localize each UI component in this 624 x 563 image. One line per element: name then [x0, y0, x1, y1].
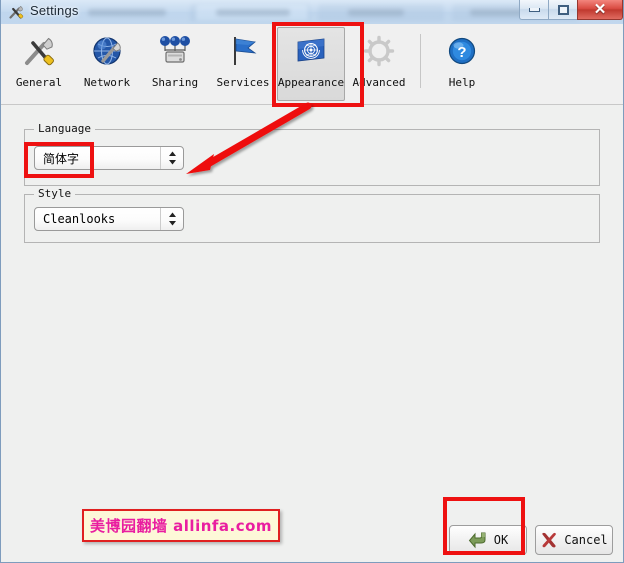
network-share-icon	[160, 36, 190, 63]
toolbar-item-label: General	[15, 76, 63, 89]
toolbar-item-help[interactable]: ? Help	[428, 27, 496, 101]
toolbar-item-sharing[interactable]: Sharing	[141, 27, 209, 101]
gear-icon	[363, 35, 395, 67]
style-combobox[interactable]: Cleanlooks	[34, 207, 184, 231]
style-combobox-value: Cleanlooks	[43, 212, 116, 226]
settings-window-screenshot: Settings ✕ General Network Sharing Servi…	[0, 0, 624, 563]
up-down-arrows-icon[interactable]	[160, 147, 183, 169]
ok-button[interactable]: OK	[449, 525, 527, 555]
green-return-arrow-icon	[468, 532, 486, 549]
language-combobox[interactable]: 简体字	[34, 146, 184, 170]
minimize-icon	[528, 7, 540, 12]
title-bar[interactable]: Settings ✕	[0, 0, 624, 24]
toolbar-item-general[interactable]: General	[5, 27, 73, 101]
red-x-icon	[542, 532, 557, 548]
language-combobox-value: 简体字	[43, 151, 80, 166]
toolbar-item-advanced[interactable]: Advanced	[345, 27, 413, 101]
settings-dialog-body: General Network Sharing Services Appeara…	[1, 24, 623, 562]
toolbar-item-services[interactable]: Services	[209, 27, 277, 101]
toolbar-item-label: Advanced	[352, 76, 406, 89]
watermark-text: 美博园翻墙 allinfa.com	[89, 517, 273, 535]
toolbar-item-label: Help	[448, 76, 476, 89]
un-flag-icon	[297, 38, 325, 62]
settings-toolbar: General Network Sharing Services Appeara…	[1, 24, 623, 104]
svg-text:?: ?	[457, 44, 466, 61]
toolbar-divider	[420, 34, 421, 88]
toolbar-item-network[interactable]: Network	[73, 27, 141, 101]
language-groupbox: Language 简体字	[24, 122, 600, 186]
question-circle-icon: ?	[448, 37, 476, 65]
cancel-button[interactable]: Cancel	[535, 525, 613, 555]
tools-icon	[25, 37, 54, 66]
window-title: Settings	[30, 3, 79, 18]
toolbar-item-label: Services	[216, 76, 270, 89]
flag-icon	[234, 37, 257, 65]
close-icon: ✕	[593, 1, 607, 18]
maximize-button[interactable]	[548, 0, 577, 20]
tools-icon	[9, 6, 24, 19]
maximize-icon	[557, 4, 569, 15]
window-controls: ✕	[519, 0, 624, 21]
toolbar-item-label: Sharing	[151, 76, 199, 89]
close-button[interactable]: ✕	[577, 0, 623, 20]
cancel-button-label: Cancel	[564, 533, 608, 547]
toolbar-separator	[1, 104, 623, 105]
minimize-button[interactable]	[519, 0, 548, 20]
language-group-title: Language	[34, 122, 95, 135]
style-groupbox: Style Cleanlooks	[24, 187, 600, 243]
toolbar-item-appearance[interactable]: Appearance	[277, 27, 345, 101]
watermark-badge: 美博园翻墙 allinfa.com	[82, 509, 280, 542]
globe-wrench-icon	[93, 37, 121, 65]
toolbar-item-label: Appearance	[277, 76, 345, 89]
up-down-arrows-icon[interactable]	[160, 208, 183, 230]
style-group-title: Style	[34, 187, 76, 200]
toolbar-item-label: Network	[83, 76, 131, 89]
ok-button-label: OK	[493, 533, 509, 547]
